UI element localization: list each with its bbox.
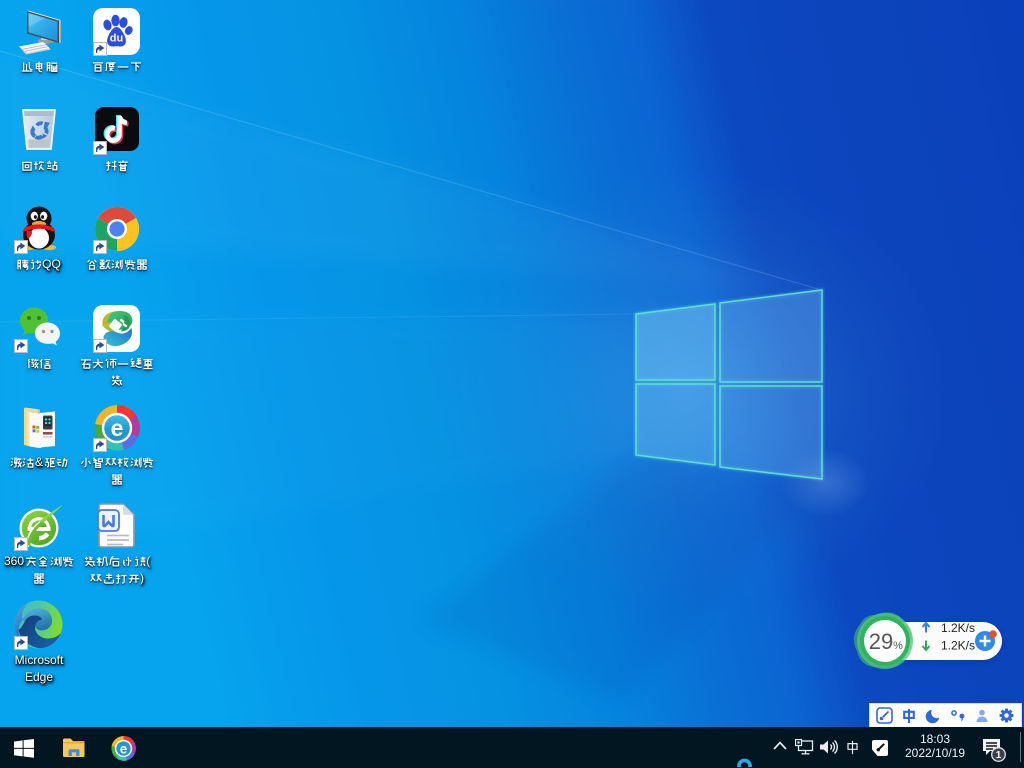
- svg-text:e: e: [120, 741, 128, 756]
- svg-text:e: e: [111, 415, 124, 441]
- svg-text:%: %: [893, 640, 903, 652]
- svg-text:29: 29: [869, 629, 893, 654]
- svg-text:1.2K/s: 1.2K/s: [941, 621, 975, 635]
- svg-text:1.2K/s: 1.2K/s: [941, 639, 975, 653]
- svg-text:1: 1: [996, 750, 1002, 761]
- svg-text:du: du: [110, 33, 123, 45]
